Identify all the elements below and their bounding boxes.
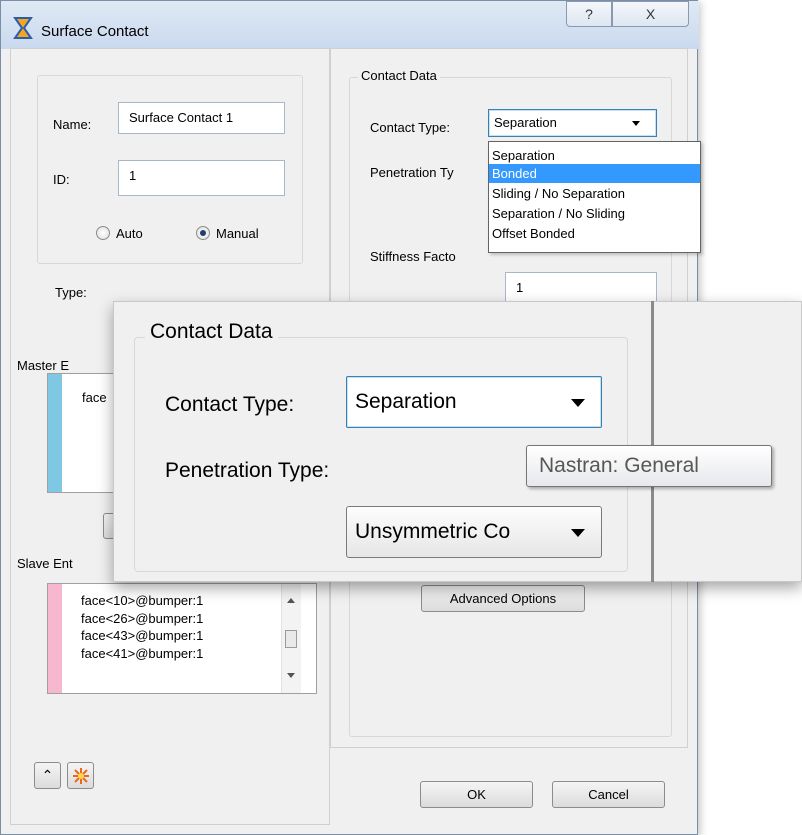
slave-entities-label: Slave Ent [17, 556, 73, 571]
advanced-options-button[interactable]: Advanced Options [421, 585, 585, 612]
list-item[interactable]: face<26>@bumper:1 [81, 611, 203, 627]
window-title: Surface Contact [41, 23, 149, 40]
zoom-contact-type-select[interactable]: Separation [346, 376, 602, 428]
penetration-tooltip: Nastran: General [526, 445, 772, 487]
master-entities-list[interactable]: face [47, 373, 117, 493]
app-hourglass-icon [13, 17, 33, 39]
scroll-up-icon[interactable] [287, 598, 295, 603]
name-input[interactable]: Surface Contact 1 [118, 102, 285, 134]
zoom-contact-type-value: Separation [355, 390, 457, 413]
name-value: Surface Contact 1 [129, 110, 234, 125]
dropdown-option[interactable]: Offset Bonded [489, 224, 700, 243]
title-bar: Surface Contact ? X [1, 1, 699, 49]
dropdown-option[interactable]: Separation / No Sliding [489, 204, 700, 223]
name-label: Name: [53, 117, 92, 132]
master-color-swatch [48, 374, 62, 492]
ok-button[interactable]: OK [420, 781, 533, 808]
id-value: 1 [129, 168, 137, 183]
stiffness-factor-label: Stiffness Facto [370, 249, 456, 264]
penetration-type-label: Penetration Ty [370, 165, 454, 180]
manual-radio-label: Manual [216, 226, 259, 241]
help-icon: ? [585, 6, 593, 22]
list-item[interactable]: face [82, 390, 107, 406]
auto-radio[interactable] [96, 226, 110, 240]
cancel-label: Cancel [588, 787, 629, 802]
chevron-down-icon [571, 529, 585, 537]
advanced-options-label: Advanced Options [449, 591, 557, 606]
slave-list-scrollbar[interactable] [281, 584, 301, 693]
ok-label: OK [467, 787, 486, 802]
auto-radio-label: Auto [116, 226, 143, 241]
stiffness-factor-value: 1 [516, 280, 524, 295]
list-item[interactable]: face<10>@bumper:1 [81, 593, 203, 609]
contact-type-label: Contact Type: [370, 120, 450, 135]
contact-type-select[interactable]: Separation [488, 109, 657, 137]
zoom-penetration-type-select[interactable]: Unsymmetric Co [346, 506, 602, 558]
contact-type-value: Separation [494, 115, 557, 130]
dropdown-option[interactable]: Separation [489, 146, 700, 165]
chevron-down-icon [632, 121, 640, 126]
scroll-thumb[interactable] [285, 630, 297, 648]
highlight-button[interactable] [67, 762, 94, 789]
zoom-contact-data-title: Contact Data [145, 320, 278, 344]
tooltip-text: Nastran: General [539, 454, 699, 477]
zoom-penetration-type-value: Unsymmetric Co [355, 520, 511, 543]
list-item[interactable]: face<43>@bumper:1 [81, 628, 203, 644]
stiffness-factor-input[interactable]: 1 [505, 272, 657, 302]
id-label: ID: [53, 172, 70, 187]
type-label: Type: [55, 285, 87, 300]
contact-data-title: Contact Data [358, 68, 440, 83]
contact-type-dropdown: Separation Bonded Sliding / No Separatio… [488, 141, 701, 253]
scroll-down-icon[interactable] [287, 673, 295, 678]
slave-color-swatch [48, 584, 62, 693]
help-button[interactable]: ? [566, 1, 612, 27]
zoom-penetration-type-label: Penetration Type: [165, 459, 330, 482]
cancel-button[interactable]: Cancel [552, 781, 665, 808]
master-entities-label: Master E [17, 358, 70, 373]
chevron-down-icon [571, 399, 585, 407]
close-icon: X [645, 6, 656, 22]
dropdown-option-highlighted[interactable]: Bonded [489, 164, 700, 183]
slave-entities-list[interactable]: face<10>@bumper:1 face<26>@bumper:1 face… [47, 583, 317, 694]
zoom-panel-divider [651, 301, 654, 582]
zoom-contact-type-label: Contact Type: [165, 393, 295, 416]
burst-icon [73, 768, 89, 784]
id-input[interactable]: 1 [118, 160, 285, 196]
dropdown-option[interactable]: Sliding / No Separation [489, 184, 700, 203]
list-item[interactable]: face<41>@bumper:1 [81, 646, 203, 662]
double-chevron-up-icon: ⌃ [41, 767, 54, 783]
collapse-button[interactable]: ⌃ [34, 762, 61, 789]
close-button[interactable]: X [612, 1, 689, 27]
manual-radio[interactable] [196, 226, 210, 240]
